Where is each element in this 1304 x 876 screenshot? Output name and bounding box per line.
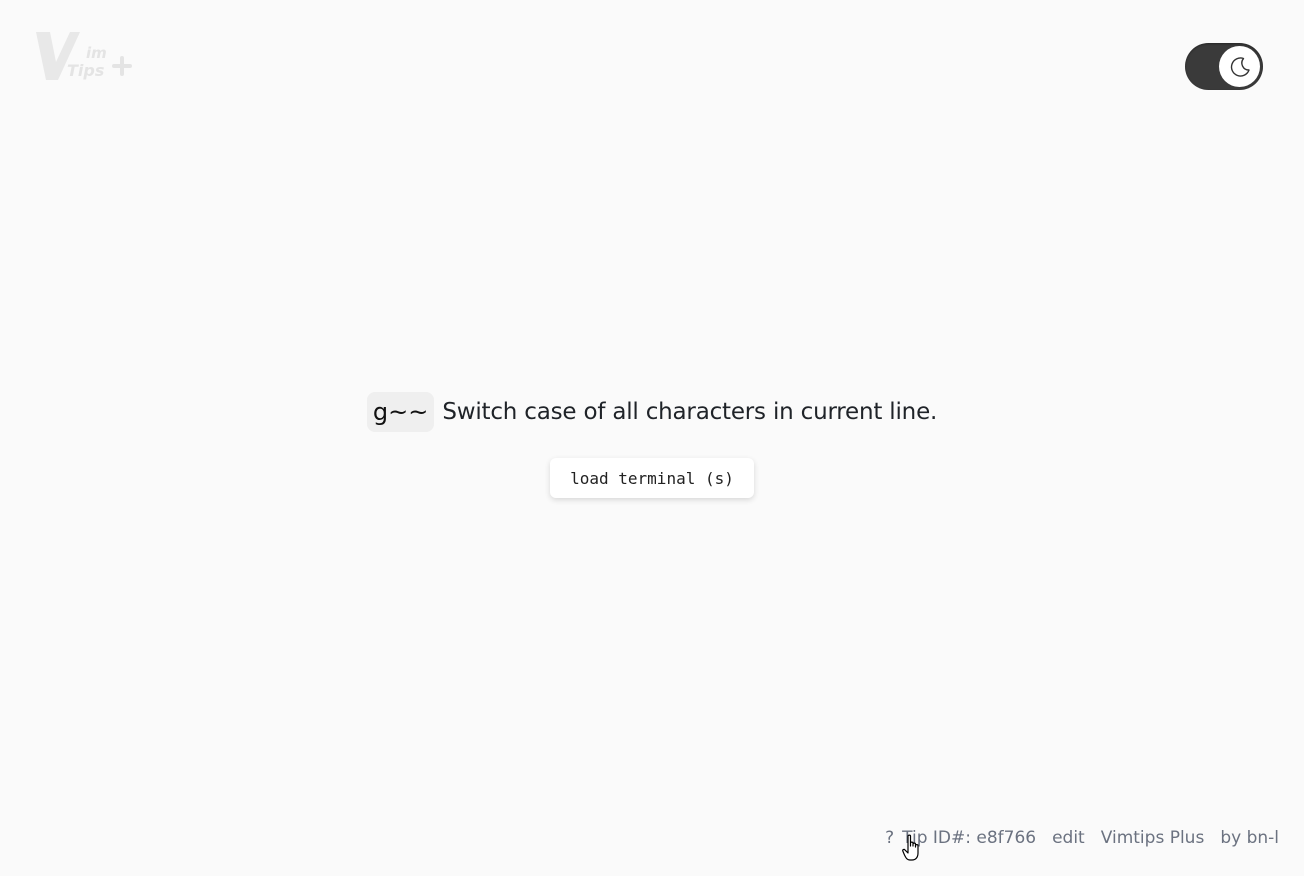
edit-link[interactable]: edit (1052, 828, 1085, 848)
moon-icon (1230, 56, 1250, 77)
footer: ? Tip ID#: e8f766 edit Vimtips Plus by b… (885, 828, 1279, 848)
svg-text:Tips: Tips (67, 61, 104, 80)
site-link[interactable]: Vimtips Plus (1101, 828, 1205, 848)
toggle-knob (1219, 46, 1260, 87)
tip: g~~ Switch case of all characters in cur… (0, 392, 1304, 432)
page: im Tips g~~ Switch case of all character… (0, 0, 1304, 876)
help-link[interactable]: ? (885, 828, 894, 848)
vimtips-logo[interactable]: im Tips (34, 28, 136, 84)
tip-description: Switch case of all characters in current… (442, 399, 938, 425)
theme-toggle[interactable] (1185, 43, 1263, 90)
author-link[interactable]: by bn-l (1220, 828, 1279, 848)
load-terminal-button[interactable]: load terminal (s) (550, 458, 754, 498)
tip-keys: g~~ (366, 392, 435, 432)
svg-text:im: im (86, 44, 107, 62)
hand-cursor-icon (902, 834, 919, 861)
tip-id: Tip ID#: e8f766 (902, 828, 1037, 848)
